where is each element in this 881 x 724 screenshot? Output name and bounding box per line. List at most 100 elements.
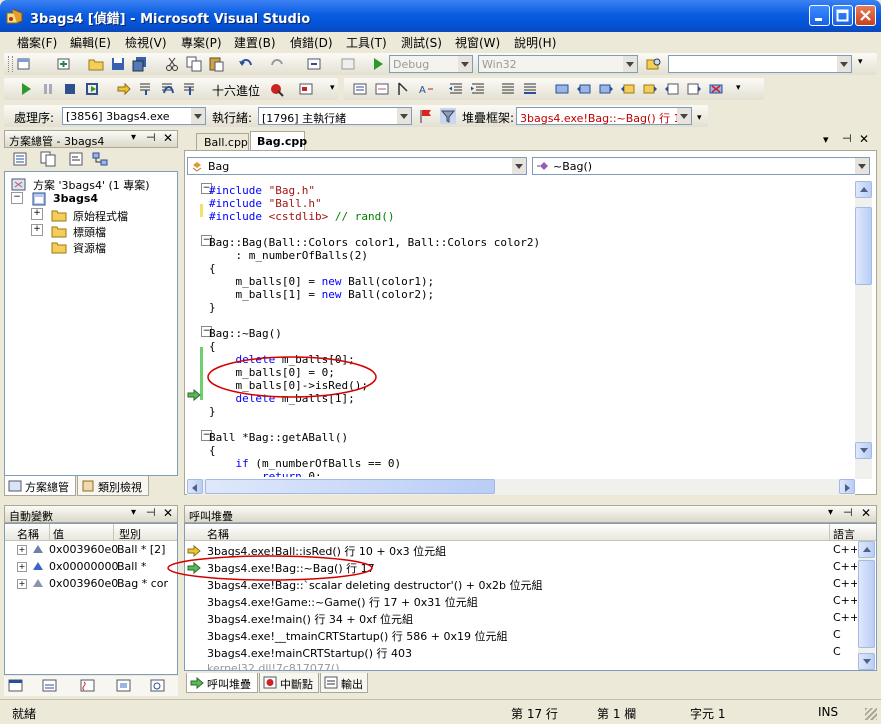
increase-indent-icon[interactable] (470, 81, 486, 97)
undo-icon[interactable] (238, 56, 254, 72)
auto-hide-pin-icon[interactable]: ⊣ (146, 506, 156, 519)
toolbar-options-icon[interactable]: ▾ (697, 113, 702, 123)
tab-solution-explorer[interactable]: 方案總管 (4, 476, 76, 496)
expand-toggle[interactable]: + (31, 208, 43, 220)
tab-breakpoints[interactable]: 中斷點 (259, 673, 319, 693)
toggle-bookmark-icon[interactable] (554, 81, 570, 97)
add-item-icon[interactable] (56, 56, 72, 72)
menu-build[interactable]: 建置(B) (234, 34, 276, 51)
code-line[interactable]: Bag::~Bag() (209, 327, 282, 340)
step-into-icon[interactable] (138, 81, 154, 97)
next-bookmark-in-document-icon[interactable] (686, 81, 702, 97)
code-line[interactable]: Ball *Bag::getABall() (209, 431, 348, 444)
autos-tab-icon[interactable] (8, 678, 24, 694)
display-object-member-list-icon[interactable] (352, 81, 368, 97)
code-line[interactable]: m_balls[0] = new Ball(color1); (209, 275, 434, 288)
navigate-backward-icon[interactable] (306, 56, 322, 72)
variable-value[interactable]: 0x003960e0 (49, 577, 118, 590)
find-in-files-icon[interactable] (646, 56, 662, 72)
copy-icon[interactable] (186, 56, 202, 72)
expand-toggle[interactable]: + (17, 545, 27, 555)
show-all-files-icon[interactable] (40, 151, 56, 167)
next-bookmark-in-folder-icon[interactable] (642, 81, 658, 97)
comment-out-icon[interactable] (500, 81, 516, 97)
parameter-info-icon[interactable] (374, 81, 390, 97)
call-stack-row[interactable]: kernel32.dll!7c817077() (185, 661, 857, 670)
stack-frame-combo[interactable]: 3bags4.exe!Bag::~Bag() 行 17 (516, 107, 692, 125)
scroll-thumb[interactable] (858, 560, 875, 648)
code-line[interactable]: #include "Ball.h" (209, 197, 322, 210)
toolbar-options-icon[interactable]: ▾ (858, 57, 870, 71)
column-language[interactable]: 語言 (833, 526, 855, 542)
menu-window[interactable]: 視窗(W) (455, 34, 500, 51)
close-panel-icon[interactable]: ✕ (163, 506, 173, 520)
new-project-icon[interactable] (16, 56, 32, 72)
pin-icon[interactable]: ⊣ (842, 132, 852, 145)
code-line[interactable]: if (m_numberOfBalls == 0) (209, 457, 402, 470)
scroll-thumb[interactable] (855, 207, 872, 285)
clear-bookmarks-icon[interactable] (708, 81, 724, 97)
class-diagram-icon[interactable] (92, 151, 108, 167)
call-stack-row[interactable]: 3bags4.exe!mainCRTStartup() 行 403 C (185, 644, 857, 661)
scroll-right-button[interactable] (839, 479, 855, 494)
auto-hide-pin-icon[interactable]: ⊣ (146, 131, 156, 144)
breakpoints-window-icon[interactable] (268, 81, 284, 97)
tab-list-icon[interactable]: ▾ (823, 133, 829, 146)
stop-debugging-icon[interactable] (62, 81, 78, 97)
call-stack-header[interactable]: 呼叫堆疊 ▾ ⊣ ✕ (184, 505, 877, 523)
window-position-icon[interactable]: ▾ (828, 507, 833, 518)
cut-icon[interactable] (164, 56, 180, 72)
call-stack-row[interactable]: 3bags4.exe!main() 行 34 + 0xf 位元組 C++ (185, 610, 857, 627)
code-line[interactable]: #include <cstdlib> // rand() (209, 210, 394, 223)
horizontal-scrollbar[interactable] (187, 479, 855, 495)
title-bar[interactable]: 3bags4 [偵錯] - Microsoft Visual Studio (0, 0, 881, 32)
scroll-down-button[interactable] (858, 653, 875, 670)
autos-row[interactable]: +0x003960e0 Bag * cor (5, 575, 177, 592)
minimize-button[interactable] (809, 5, 830, 26)
code-line[interactable]: } (209, 405, 216, 418)
scroll-left-button[interactable] (187, 479, 203, 494)
save-all-icon[interactable] (132, 56, 148, 72)
tab-ball-cpp[interactable]: Ball.cpp (196, 133, 249, 150)
close-panel-icon[interactable]: ✕ (163, 131, 173, 145)
solution-platform-combo[interactable]: Win32 (478, 55, 638, 73)
vertical-scrollbar[interactable] (855, 181, 872, 479)
collapse-toggle[interactable]: − (11, 192, 23, 204)
menu-file[interactable]: 檔案(F) (17, 34, 57, 51)
expand-toggle[interactable]: + (31, 224, 43, 236)
start-debugging-icon[interactable] (370, 56, 386, 72)
filter-icon[interactable] (440, 108, 456, 124)
solution-config-combo[interactable]: Debug (389, 55, 473, 73)
previous-bookmark-in-document-icon[interactable] (664, 81, 680, 97)
previous-bookmark-in-folder-icon[interactable] (620, 81, 636, 97)
menu-test[interactable]: 測試(S) (401, 34, 442, 51)
code-text[interactable]: #include "Bag.h" #include "Ball.h" #includ… (185, 181, 855, 477)
tab-output[interactable]: 輸出 (320, 673, 368, 693)
code-line[interactable]: m_balls[1] = new Ball(color2); (209, 288, 434, 301)
code-line[interactable]: #include "Bag.h" (209, 184, 315, 197)
column-value[interactable]: 值 (53, 526, 64, 542)
auto-hide-pin-icon[interactable]: ⊣ (843, 506, 853, 519)
member-dropdown[interactable]: ~Bag() (532, 157, 870, 175)
menu-view[interactable]: 檢視(V) (125, 34, 167, 51)
hex-display-toggle[interactable]: 十六進位 (212, 82, 260, 99)
toolbar-options-icon[interactable]: ▾ (736, 83, 741, 93)
scroll-up-button[interactable] (858, 541, 875, 558)
solution-explorer-header[interactable]: 方案總管 - 3bags4 ▾ ⊣ ✕ (4, 130, 178, 148)
menu-edit[interactable]: 編輯(E) (70, 34, 111, 51)
scroll-up-button[interactable] (855, 181, 872, 198)
code-editor[interactable]: Bag ~Bag() − − − − #include "Bag.h" #incl… (184, 150, 877, 495)
code-line[interactable]: : m_numberOfBalls(2) (209, 249, 367, 262)
expand-toggle[interactable]: + (17, 579, 27, 589)
resize-grip[interactable] (865, 708, 877, 720)
redo-icon[interactable] (269, 56, 285, 72)
call-stack-row[interactable]: 3bags4.exe!__tmainCRTStartup() 行 586 + 0… (185, 627, 857, 644)
save-icon[interactable] (110, 56, 126, 72)
column-name[interactable]: 名稱 (207, 526, 229, 542)
toolbar-options-icon[interactable]: ▾ (330, 83, 335, 93)
column-type[interactable]: 型別 (119, 526, 141, 542)
process-combo[interactable]: [3856] 3bags4.exe (62, 107, 206, 125)
code-line[interactable]: return 0; (209, 470, 322, 477)
uncomment-icon[interactable] (522, 81, 538, 97)
autos-row[interactable]: +0x003960e0 Ball * [2] (5, 541, 177, 558)
